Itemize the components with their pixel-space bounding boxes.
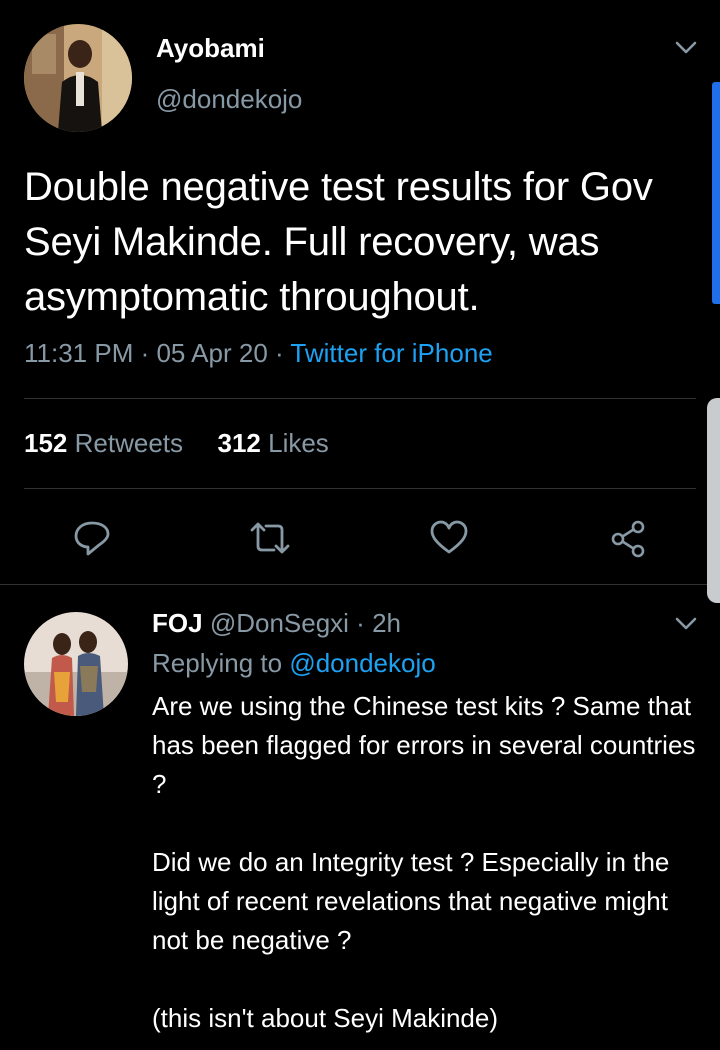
replying-to: Replying to @dondekojo xyxy=(152,648,436,679)
tweet-meta: 11:31 PM · 05 Apr 20 · Twitter for iPhon… xyxy=(24,338,493,369)
main-tweet: Ayobami @dondekojo Double negative test … xyxy=(0,0,720,585)
reply-paragraph: Are we using the Chinese test kits ? Sam… xyxy=(152,691,696,799)
tweet-text: Double negative test results for Gov Sey… xyxy=(24,165,653,319)
like-count: 312 xyxy=(217,428,261,458)
reply-author-handle[interactable]: @DonSegxi xyxy=(210,608,349,638)
like-icon xyxy=(430,520,468,554)
reply-author-name[interactable]: FOJ xyxy=(152,608,203,638)
chevron-down-icon[interactable] xyxy=(672,38,700,58)
tweet-time: 11:31 PM xyxy=(24,338,134,368)
meta-separator: · xyxy=(267,338,291,368)
meta-separator: · xyxy=(133,338,157,368)
tweet-detail-screen: Ayobami @dondekojo Double negative test … xyxy=(0,0,720,1050)
reply-tweet[interactable]: FOJ @DonSegxi · 2h Replying to @dondekoj… xyxy=(0,586,720,1050)
tweet-actions xyxy=(0,514,720,564)
reply-icon xyxy=(74,521,110,556)
share-icon xyxy=(611,520,645,558)
like-stat[interactable]: 312 Likes xyxy=(217,428,328,458)
tweet-source-link[interactable]: Twitter for iPhone xyxy=(290,338,492,368)
like-button[interactable] xyxy=(425,514,473,562)
share-button[interactable] xyxy=(604,514,652,562)
meta-separator: · xyxy=(348,608,373,638)
divider xyxy=(0,584,720,585)
replying-mention-link[interactable]: @dondekojo xyxy=(289,648,435,678)
reply-text: Are we using the Chinese test kits ? Sam… xyxy=(152,687,708,1038)
tweet-date: 05 Apr 20 xyxy=(156,338,268,368)
chevron-down-icon[interactable] xyxy=(672,614,700,634)
replying-prefix: Replying to xyxy=(152,648,283,678)
retweet-icon xyxy=(250,522,290,554)
retweet-count: 152 xyxy=(24,428,68,458)
reply-paragraph: Did we do an Integrity test ? Especially… xyxy=(152,847,670,955)
reply-time: 2h xyxy=(372,608,401,638)
author-name[interactable]: Ayobami xyxy=(156,33,265,64)
like-label: Likes xyxy=(268,428,329,458)
author-handle[interactable]: @dondekojo xyxy=(156,84,302,115)
divider xyxy=(24,488,696,489)
author-avatar[interactable] xyxy=(24,24,132,132)
divider xyxy=(24,398,696,399)
scrollbar-thumb[interactable] xyxy=(707,398,720,603)
scroll-indicator[interactable] xyxy=(712,82,720,304)
reply-header: FOJ @DonSegxi · 2h xyxy=(152,608,401,639)
reply-paragraph: (this isn't about Seyi Makinde) xyxy=(152,1003,499,1033)
reply-author-avatar[interactable] xyxy=(24,612,128,716)
tweet-stats: 152 Retweets 312 Likes xyxy=(24,428,329,459)
retweet-button[interactable] xyxy=(246,514,294,562)
reply-button[interactable] xyxy=(68,514,116,562)
retweet-label: Retweets xyxy=(74,428,184,458)
retweet-stat[interactable]: 152 Retweets xyxy=(24,428,183,458)
